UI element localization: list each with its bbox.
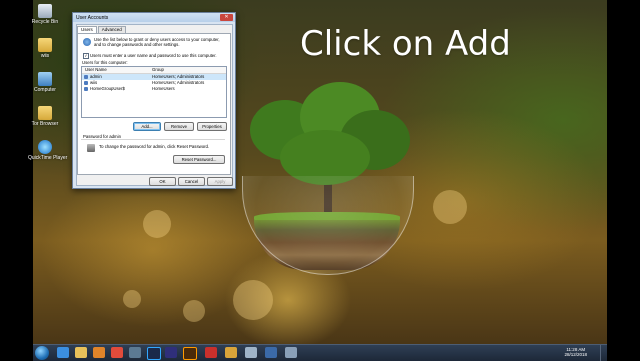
bokeh-light [433, 190, 467, 224]
file-explorer-icon[interactable] [75, 347, 87, 358]
computer-icon [38, 72, 52, 86]
users-icon [83, 38, 91, 46]
app-icon[interactable] [285, 347, 297, 358]
user-icon [84, 81, 88, 85]
reset-password-button[interactable]: Reset Password... [173, 155, 225, 164]
tutorial-heading: Click on Add [300, 24, 511, 64]
user-name: HomeGroupUser$ [90, 86, 125, 91]
firefox-icon[interactable] [93, 347, 105, 358]
desktop-icon-wiis[interactable]: wiis [34, 38, 56, 59]
bokeh-light [123, 290, 141, 308]
tab-advanced[interactable]: Advanced [97, 26, 126, 33]
close-button[interactable]: ✕ [220, 14, 233, 21]
start-button[interactable] [35, 346, 49, 360]
desktop-icon-label: Recycle Bin [31, 19, 59, 25]
remove-button[interactable]: Remove [164, 122, 194, 131]
ok-button[interactable]: OK [149, 177, 176, 186]
folder-icon [38, 106, 52, 120]
filezilla-icon[interactable] [205, 347, 217, 358]
recycle-bin-icon [38, 4, 52, 18]
users-list[interactable]: User Name Group admin HomeUsers; Adminis… [81, 66, 227, 118]
desktop-icon-tor-browser[interactable]: Tor Browser [32, 106, 58, 127]
tab-users[interactable]: Users [77, 26, 97, 33]
chrome-icon[interactable] [111, 347, 123, 358]
users-list-label: Users for this computer: [82, 60, 128, 65]
cancel-button[interactable]: Cancel [178, 177, 205, 186]
desktop-icon-recycle-bin[interactable]: Recycle Bin [32, 4, 58, 25]
must-enter-password-label: Users must enter a user name and passwor… [90, 53, 217, 58]
taskbar: 11:28 AM 28/12/2018 [33, 344, 607, 361]
properties-button[interactable]: Properties [197, 122, 227, 131]
desktop-icon-label: wiis [40, 53, 50, 59]
bokeh-light [143, 210, 171, 238]
desktop-icon-computer[interactable]: Computer [34, 72, 56, 93]
dialog-description: Use the list below to grant or deny user… [94, 37, 220, 47]
app-icon[interactable] [225, 347, 237, 358]
illustrator-icon[interactable] [183, 347, 197, 360]
dialog-titlebar[interactable]: User Accounts ✕ [73, 13, 235, 22]
must-enter-password-checkbox[interactable]: ✓ [83, 53, 89, 59]
password-instructions: To change the password for admin, click … [99, 144, 210, 149]
quicktime-icon [38, 140, 52, 154]
add-button[interactable]: Add... [133, 122, 161, 131]
tab-strip: Users Advanced [77, 26, 127, 33]
column-group[interactable]: Group [152, 67, 164, 73]
premiere-icon[interactable] [165, 347, 177, 358]
photoshop-icon[interactable] [147, 347, 161, 360]
internet-explorer-icon[interactable] [57, 347, 69, 358]
users-list-header: User Name Group [82, 67, 226, 74]
app-icon[interactable] [129, 347, 141, 358]
desktop-icon-label: Tor Browser [31, 121, 59, 127]
user-accounts-dialog: User Accounts ✕ Users Advanced Use the li… [72, 12, 236, 189]
user-password-icon [87, 144, 95, 152]
user-group: HomeUsers [152, 86, 175, 91]
password-section-divider [81, 139, 225, 140]
desktop-icon-label: Computer [34, 87, 56, 93]
bokeh-light [183, 300, 205, 322]
app-icon[interactable] [265, 347, 277, 358]
user-icon [84, 87, 88, 91]
desktop-icon-quicktime[interactable]: QuickTime Player [28, 140, 67, 161]
folder-icon [38, 38, 52, 52]
user-row-homegroup[interactable]: HomeGroupUser$ HomeUsers [82, 86, 226, 92]
show-desktop-button[interactable] [600, 345, 607, 361]
tray-clock[interactable]: 11:28 AM 28/12/2018 [564, 347, 587, 357]
column-user-name[interactable]: User Name [85, 67, 107, 73]
desktop-icon-label: QuickTime Player [28, 155, 68, 161]
user-icon [84, 75, 88, 79]
apply-button[interactable]: Apply [207, 177, 233, 186]
app-icon[interactable] [245, 347, 257, 358]
bokeh-light [233, 280, 273, 320]
dialog-title: User Accounts [76, 15, 109, 21]
tray-date: 28/12/2018 [564, 352, 587, 357]
